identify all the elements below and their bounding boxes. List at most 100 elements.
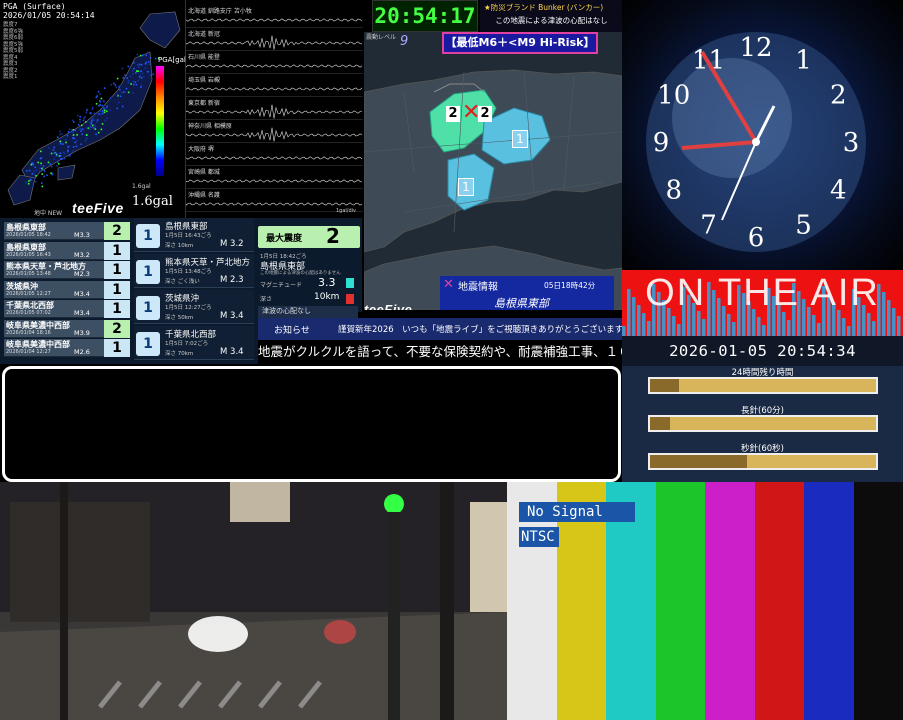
notice-bar: お知らせ 謹賀新年2026 いつも「地震ライブ」をご視聴頂きありがとうございます… [258, 318, 627, 340]
quake-card: 1 島根県東部 1月5日 16:43ごろ 深さ 10km M 3.2 [134, 218, 254, 252]
quake-list-item: 岐阜県美濃中西部 2026/01/04 18:16 M3.9 2 [4, 319, 130, 338]
quake-shindo: 2 [104, 319, 130, 338]
depth-label: 深さ [260, 296, 273, 303]
format-label: NTSC [519, 527, 559, 547]
risk-badge: 【最低M6＋<M9 Hi-Risk】 [442, 32, 598, 54]
card-magnitude: M 2.3 [220, 275, 244, 285]
clock-number: 8 [665, 176, 682, 206]
digital-clock: 20:54:17 [372, 0, 478, 32]
card-magnitude: M 3.2 [220, 239, 244, 249]
waveform [186, 127, 363, 142]
quake-shindo: 1 [104, 241, 130, 260]
info-label: 地震情報 [458, 282, 498, 293]
clock-number: 3 [843, 128, 860, 158]
bunker-message: この地震による津波の心配はなし [495, 16, 608, 25]
clock-number: 2 [830, 81, 847, 111]
level-label: 震動レベル [366, 34, 397, 41]
quake-magnitude: M3.4 [74, 309, 90, 317]
quake-shindo: 1 [104, 339, 130, 357]
notice-label: お知らせ [274, 326, 310, 336]
marker-shindo-2b: 2 [478, 106, 492, 122]
marker-shindo-2a: 2 [446, 106, 460, 122]
pga-logo-label: 地中 NEW [34, 210, 63, 217]
max-intensity-label: 最大震度 [266, 234, 303, 244]
pga-panel: PGA (Surface) 2026/01/05 20:54:14 震度7 震度6… [0, 0, 189, 218]
color-bar [754, 482, 804, 720]
progress-fill [650, 455, 748, 468]
progress-bar [648, 453, 878, 470]
card-magnitude: M 3.4 [220, 311, 244, 321]
quake-datetime: 2026/01/04 18:16 [6, 329, 51, 336]
quake-info-box: ✕ 地震情報 05日18時42分 島根県東部 [440, 276, 614, 310]
marker-shindo-1b: 1 [458, 178, 474, 196]
pga-scale-label: PGA[gal] [158, 56, 189, 64]
seismogram-row: 東京都 新宿 [186, 98, 363, 120]
quake-datetime: 2026/01/05 18:42 [6, 232, 51, 238]
depth-indicator [346, 294, 354, 304]
color-bar [705, 482, 755, 720]
mag-indicator [346, 278, 354, 288]
card-magnitude: M 3.4 [220, 347, 244, 357]
card-depth: 深さ 70km [165, 351, 194, 357]
color-bar [853, 482, 903, 720]
progress-fill [650, 417, 671, 430]
color-bar [804, 482, 854, 720]
clock-number: 1 [795, 46, 812, 76]
street-camera-feed [0, 482, 507, 720]
quake-magnitude: M3.9 [74, 328, 90, 337]
max-intensity-panel: 最大震度 2 1月5日 18:42ごろ 島根県東部 この地震による津波の心配はあ… [258, 218, 362, 318]
card-datetime: 1月5日 16:43ごろ [165, 233, 212, 239]
quake-shindo: 2 [104, 222, 130, 240]
clock-number: 7 [700, 210, 717, 240]
seismogram-row: 石川県 能登 [186, 52, 363, 74]
seismogram-row: 北海道 新冠 [186, 29, 363, 51]
waveform [186, 156, 363, 160]
seismogram-row: 宮崎県 都城 [186, 167, 363, 189]
mag-label: マグニチュード [260, 282, 303, 289]
max-intensity-badge: 最大震度 2 [258, 224, 360, 248]
countdown-panel: 24時間残り時間 長針(60分) 秒針(60秒) [622, 366, 903, 482]
clock-number: 10 [657, 81, 690, 111]
seismogram-panel: 北海道 釧路支庁 苫小牧 北海道 新冠 石川県 能登 埼玉県 岩槻 東京都 新宿 神奈川県… [186, 0, 363, 218]
analog-clock-panel: 121234567891011 [622, 0, 903, 270]
progress-fill [650, 379, 680, 392]
card-datetime: 1月5日 13:48ごろ [165, 269, 212, 275]
empty-caption-box [2, 366, 621, 482]
shindo-icon: 1 [136, 260, 160, 284]
bunker-banner: ★防災ブランド Bunker (バンカー) この地震による津波の心配はなし [480, 0, 623, 32]
quake-magnitude: M3.4 [74, 289, 90, 298]
seismogram-units: 1gal/div [336, 208, 357, 214]
seismogram-row: 北海道 釧路支庁 苫小牧 [186, 6, 363, 28]
level-value: 9 [400, 34, 409, 49]
quake-card: 1 千葉県北西部 1月5日 7:02ごろ 深さ 70km M 3.4 [134, 326, 254, 360]
quake-datetime: 2026/01/05 13:48 [6, 271, 51, 277]
pga-gal-value: 1.6gal [132, 194, 173, 209]
quake-magnitude: M3.2 [74, 250, 90, 259]
intensity-map-panel: 震動レベル 9 【最低M6＋<M9 Hi-Risk】 2 ✕ 2 1 1 tee… [364, 32, 622, 310]
quake-card: 1 茨城県沖 1月5日 12:27ごろ 深さ 50km M 3.4 [134, 290, 254, 324]
quake-datetime: 2026/01/05 16:43 [6, 251, 51, 258]
clock-number: 6 [748, 223, 765, 253]
quake-magnitude: M2.6 [74, 348, 90, 356]
waveform [186, 18, 363, 22]
mag-value: 3.3 [318, 276, 336, 289]
card-datetime: 1月5日 7:02ごろ [165, 341, 209, 347]
news-ticker: 地震がクルクルを語って、不要な保険契約や、耐震補強工事、１００万円 [258, 341, 622, 363]
regional-map [364, 32, 622, 310]
pga-logo: teeFive [72, 200, 124, 216]
quake-list-item: 茨城県沖 2026/01/05 12:27 M3.4 1 [4, 280, 130, 299]
quake-datetime: 2026/01/05 12:27 [6, 290, 51, 297]
info-time: 05日18時42分 [544, 281, 596, 290]
quake-list-item: 島根県東部 2026/01/05 16:43 M3.2 1 [4, 241, 130, 260]
no-signal-label: No Signal [519, 502, 635, 522]
date-time-display: 2026-01-05 20:54:34 [622, 336, 903, 366]
waveform [186, 35, 363, 50]
quake-datetime: 2026/01/04 12:27 [6, 349, 51, 355]
shindo-icon: 1 [136, 224, 160, 248]
quake-shindo: 1 [104, 300, 130, 318]
waveform [186, 104, 363, 119]
quake-list-item: 千葉県北西部 2026/01/05 07:02 M3.4 1 [4, 300, 130, 318]
max-intensity-value: 2 [326, 224, 340, 248]
quake-list-item: 岐阜県美濃中西部 2026/01/04 12:27 M2.6 1 [4, 339, 130, 357]
seismogram-row: 神奈川県 相模原 [186, 121, 363, 143]
